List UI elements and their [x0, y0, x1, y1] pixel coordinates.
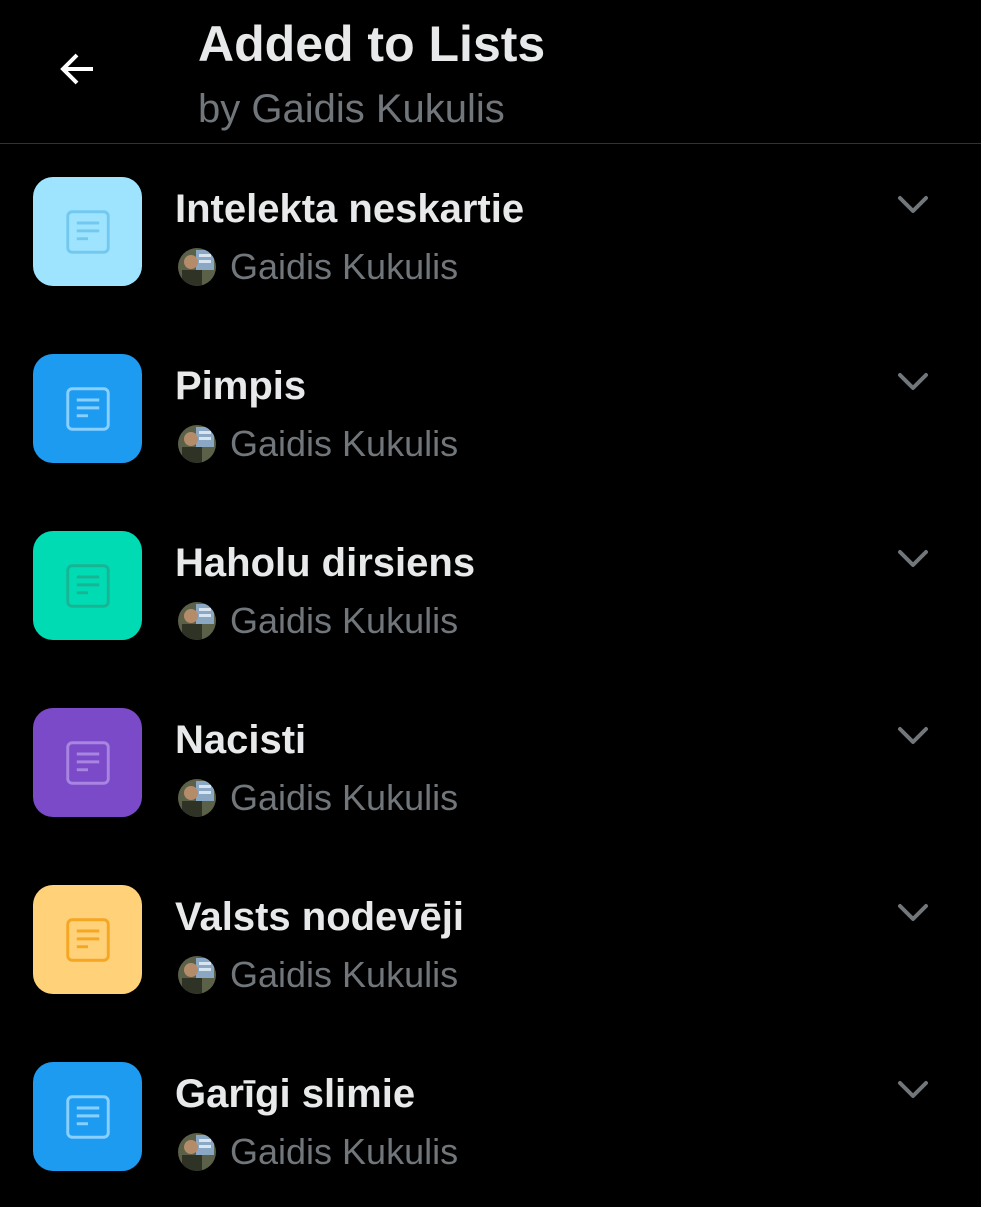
list-owner: Gaidis Kukulis [178, 774, 458, 822]
chevron-down-icon [898, 904, 928, 921]
owner-name: Gaidis Kukulis [230, 246, 459, 287]
list-name: Nacisti [175, 718, 307, 762]
header: Added to Lists by Gaidis Kukulis [0, 0, 981, 144]
chevron-down-icon [898, 1081, 928, 1098]
list-document-icon [65, 917, 110, 962]
avatar [178, 779, 216, 817]
lists-container: Intelekta neskartie Gaidis Kukulis Pimpi… [0, 145, 981, 1207]
list-document-icon [65, 740, 110, 785]
list-name: Pimpis [175, 364, 307, 408]
list-item[interactable]: Pimpis Gaidis Kukulis [0, 322, 981, 499]
avatar [178, 248, 216, 286]
expand-button[interactable] [888, 362, 938, 402]
owner-name: Gaidis Kukulis [230, 1131, 459, 1172]
avatar [178, 1133, 216, 1171]
list-owner: Gaidis Kukulis [178, 597, 458, 645]
avatar [178, 425, 216, 463]
list-owner: Gaidis Kukulis [178, 1128, 458, 1176]
list-name: Intelekta neskartie [175, 187, 525, 231]
chevron-down-icon [898, 373, 928, 390]
list-owner: Gaidis Kukulis [178, 420, 458, 468]
list-item[interactable]: Garīgi slimie Gaidis Kukulis [0, 1030, 981, 1207]
owner-name: Gaidis Kukulis [230, 777, 459, 818]
expand-button[interactable] [888, 539, 938, 579]
list-name: Haholu dirsiens [175, 541, 476, 585]
list-tile [33, 1062, 142, 1171]
chevron-down-icon [898, 727, 928, 744]
avatar [178, 602, 216, 640]
expand-button[interactable] [888, 716, 938, 756]
list-owner: Gaidis Kukulis [178, 243, 458, 291]
list-document-icon [65, 563, 110, 608]
list-tile [33, 354, 142, 463]
list-name: Valsts nodevēji [175, 895, 465, 939]
list-document-icon [65, 1094, 110, 1139]
list-tile [33, 177, 142, 286]
list-document-icon [65, 209, 110, 254]
expand-button[interactable] [888, 893, 938, 933]
list-owner: Gaidis Kukulis [178, 951, 458, 999]
list-item[interactable]: Nacisti Gaidis Kukulis [0, 676, 981, 853]
owner-name: Gaidis Kukulis [230, 600, 459, 641]
list-tile [33, 885, 142, 994]
arrow-left-icon [60, 53, 93, 85]
list-name: Garīgi slimie [175, 1072, 416, 1116]
chevron-down-icon [898, 550, 928, 567]
owner-name: Gaidis Kukulis [230, 423, 459, 464]
list-item[interactable]: Haholu dirsiens Gaidis Kukulis [0, 499, 981, 676]
expand-button[interactable] [888, 185, 938, 225]
list-item[interactable]: Valsts nodevēji Gaidis Kukulis [0, 853, 981, 1030]
list-item[interactable]: Intelekta neskartie Gaidis Kukulis [0, 145, 981, 322]
owner-name: Gaidis Kukulis [230, 954, 459, 995]
list-tile [33, 531, 142, 640]
chevron-down-icon [898, 196, 928, 213]
page-subtitle: by Gaidis Kukulis [198, 87, 505, 131]
avatar [178, 956, 216, 994]
list-document-icon [65, 386, 110, 431]
page-title: Added to Lists [198, 16, 546, 72]
expand-button[interactable] [888, 1070, 938, 1110]
list-tile [33, 708, 142, 817]
back-button[interactable] [44, 36, 110, 102]
